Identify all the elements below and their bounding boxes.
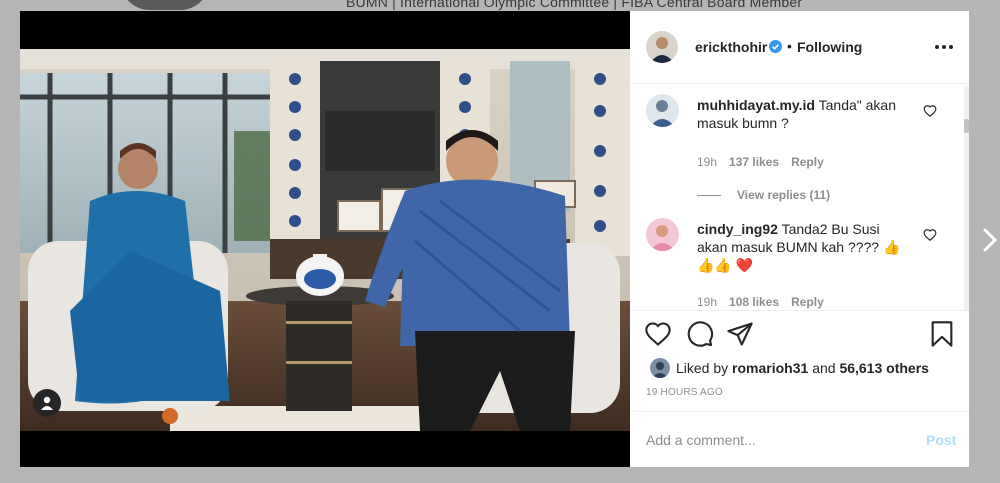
view-replies-line [697, 194, 721, 196]
comment-input[interactable] [646, 430, 906, 450]
liked-by-others[interactable]: 56,613 others [839, 360, 929, 376]
photo-image [20, 49, 630, 431]
reply-button[interactable]: Reply [791, 155, 824, 169]
liked-by-summary: Liked by romarioh31 and 56,613 others [650, 358, 929, 378]
comment-text: cindy_ing92 Tanda2 Bu Susi akan masuk BU… [697, 220, 907, 274]
comments-scrollbar[interactable] [964, 86, 969, 310]
comment-likes[interactable]: 137 likes [729, 155, 779, 169]
comment-like-icon[interactable] [923, 228, 937, 242]
comment-likes[interactable]: 108 likes [729, 295, 779, 309]
post-header: erickthohir • Following [630, 11, 969, 84]
post-timestamp[interactable]: 19 HOURS AGO [646, 387, 723, 398]
verified-badge-icon [769, 40, 782, 53]
post-actions [630, 310, 969, 359]
liked-by-user[interactable]: romarioh31 [732, 360, 808, 376]
comment-text: muhhidayat.my.id Tanda" akan masuk bumn … [697, 96, 907, 132]
like-heart-icon[interactable] [644, 320, 672, 348]
scrollbar-thumb[interactable] [964, 119, 969, 133]
comment-meta: 19h 108 likes Reply [697, 295, 824, 309]
commenter-avatar[interactable] [646, 94, 679, 127]
profile-bio: BUMN | International Olympic Committee |… [346, 0, 803, 10]
comment-meta: 19h 137 likes Reply [697, 155, 824, 169]
following-button[interactable]: Following [797, 39, 862, 55]
post-photo[interactable] [20, 11, 630, 467]
comment-time[interactable]: 19h [697, 295, 717, 309]
header-separator: • [787, 38, 792, 54]
liker-avatar[interactable] [650, 358, 670, 378]
comment-bubble-icon[interactable] [686, 320, 714, 348]
post-side-panel: erickthohir • Following muhhidayat.my.id… [630, 11, 969, 467]
liked-by-prefix: Liked by [676, 360, 729, 376]
bookmark-icon[interactable] [928, 320, 956, 348]
comment-username[interactable]: muhhidayat.my.id [697, 97, 815, 113]
profile-avatar-background [120, 0, 210, 10]
reply-button[interactable]: Reply [791, 295, 824, 309]
view-replies-button[interactable]: View replies (11) [697, 188, 830, 202]
author-username[interactable]: erickthohir [695, 39, 767, 55]
comment-username[interactable]: cindy_ing92 [697, 221, 778, 237]
post-comment-button[interactable]: Post [926, 432, 956, 448]
comment-like-icon[interactable] [923, 104, 937, 118]
author-avatar[interactable] [646, 31, 678, 63]
view-replies-label: View replies (11) [737, 188, 831, 202]
next-post-chevron-icon[interactable] [980, 226, 1000, 254]
more-options-icon[interactable] [935, 45, 953, 49]
liked-by-and: and [812, 360, 836, 376]
commenter-avatar[interactable] [646, 218, 679, 251]
share-send-icon[interactable] [726, 320, 754, 348]
comment-time[interactable]: 19h [697, 155, 717, 169]
user-tag-icon[interactable] [33, 389, 61, 417]
comments-list[interactable]: muhhidayat.my.id Tanda" akan masuk bumn … [630, 84, 969, 310]
comment-composer: Post [630, 411, 969, 468]
